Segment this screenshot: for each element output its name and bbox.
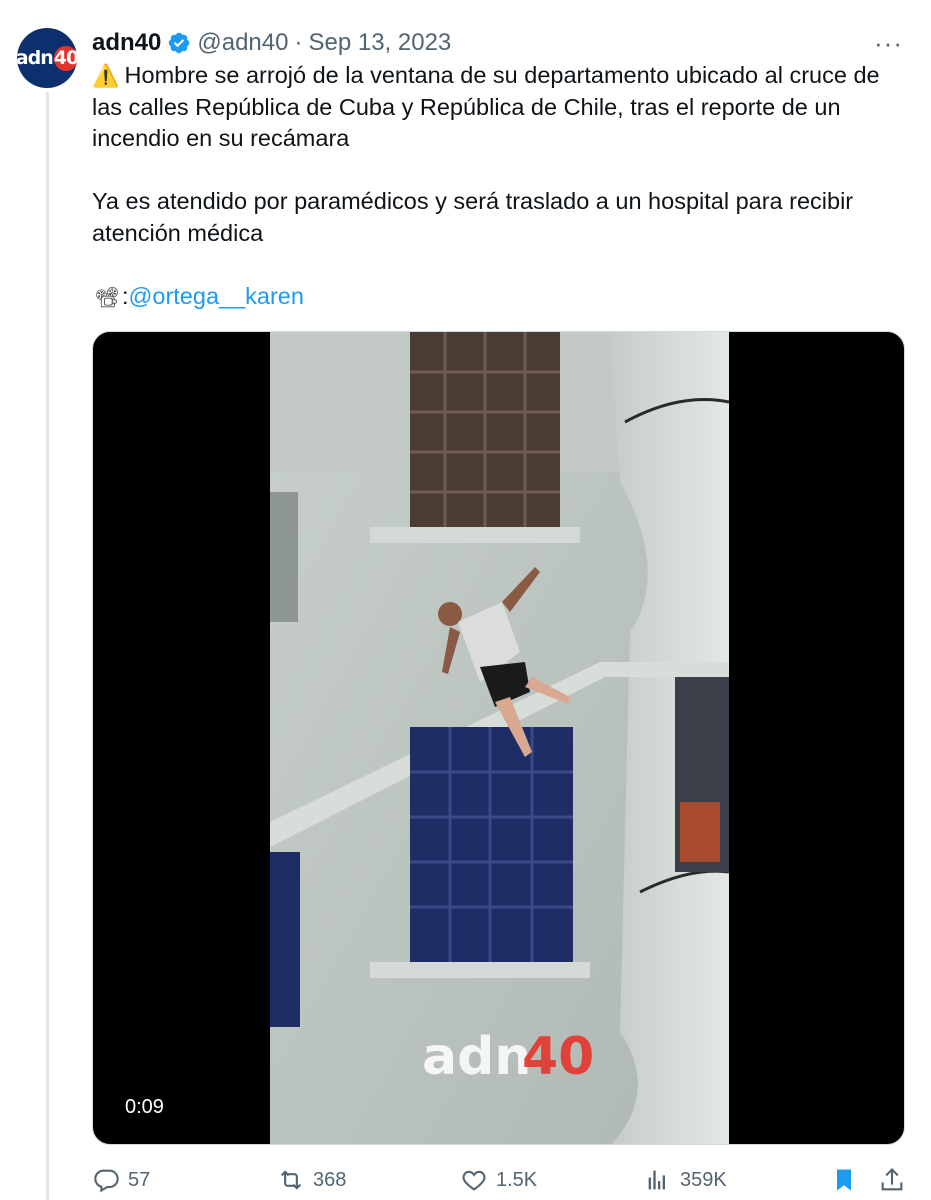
- warning-icon: ⚠️: [92, 63, 120, 88]
- thread-line: [46, 92, 49, 1200]
- reply-icon: [94, 1169, 119, 1193]
- tweet-text: ⚠️ Hombre se arrojó de la ventana de su …: [92, 60, 912, 315]
- credit-mention-link[interactable]: @ortega__karen: [129, 283, 304, 309]
- tweet-header: adn40 @adn40 · Sep 13, 2023 ···: [92, 28, 911, 58]
- like-button[interactable]: 1.5K: [460, 1166, 537, 1194]
- video-frame[interactable]: adn 40: [270, 332, 729, 1144]
- display-name[interactable]: adn40: [92, 29, 161, 57]
- video-watermark-number: 40: [522, 1027, 594, 1087]
- tweet-paragraph-2: Ya es atendido por paramédicos y será tr…: [92, 188, 854, 246]
- share-button[interactable]: [878, 1166, 914, 1194]
- tweet-credit: 📽:@ortega__karen: [92, 281, 912, 315]
- views-chart-icon: [648, 1170, 665, 1190]
- handle[interactable]: @adn40: [197, 29, 288, 57]
- video-still: adn 40: [270, 332, 729, 1144]
- share-icon: [881, 1168, 903, 1191]
- action-bar: 57 368 1.5K 359K: [92, 1162, 912, 1198]
- tweet-paragraph-1: ⚠️ Hombre se arrojó de la ventana de su …: [92, 60, 912, 155]
- like-count: 1.5K: [496, 1168, 538, 1191]
- reply-button[interactable]: 57: [92, 1166, 150, 1194]
- bookmark-icon: [837, 1169, 851, 1191]
- header-separator: ·: [294, 29, 303, 56]
- views-count: 359K: [680, 1168, 727, 1191]
- verified-badge-icon: [169, 32, 190, 54]
- avatar-logo-number: 40: [53, 45, 77, 71]
- video-watermark-text: adn: [422, 1027, 531, 1087]
- retweet-button[interactable]: 368: [277, 1166, 346, 1194]
- retweet-icon: [280, 1170, 302, 1190]
- film-projector-icon: 📽: [94, 287, 120, 310]
- reply-count: 57: [128, 1168, 151, 1191]
- video-timestamp: 0:09: [117, 1093, 172, 1122]
- retweet-count: 368: [313, 1168, 347, 1191]
- avatar[interactable]: adn 40: [17, 28, 77, 88]
- views-button[interactable]: 359K: [644, 1166, 727, 1194]
- tweet-date[interactable]: Sep 13, 2023: [308, 29, 451, 57]
- bookmark-button[interactable]: [830, 1166, 866, 1194]
- avatar-logo-text: adn: [17, 47, 54, 69]
- heart-icon: [462, 1170, 486, 1191]
- tweet-paragraph-1-text: Hombre se arrojó de la ventana de su dep…: [92, 62, 880, 152]
- more-options-icon[interactable]: ···: [874, 28, 903, 59]
- video-player[interactable]: adn 40 0:09: [92, 331, 905, 1145]
